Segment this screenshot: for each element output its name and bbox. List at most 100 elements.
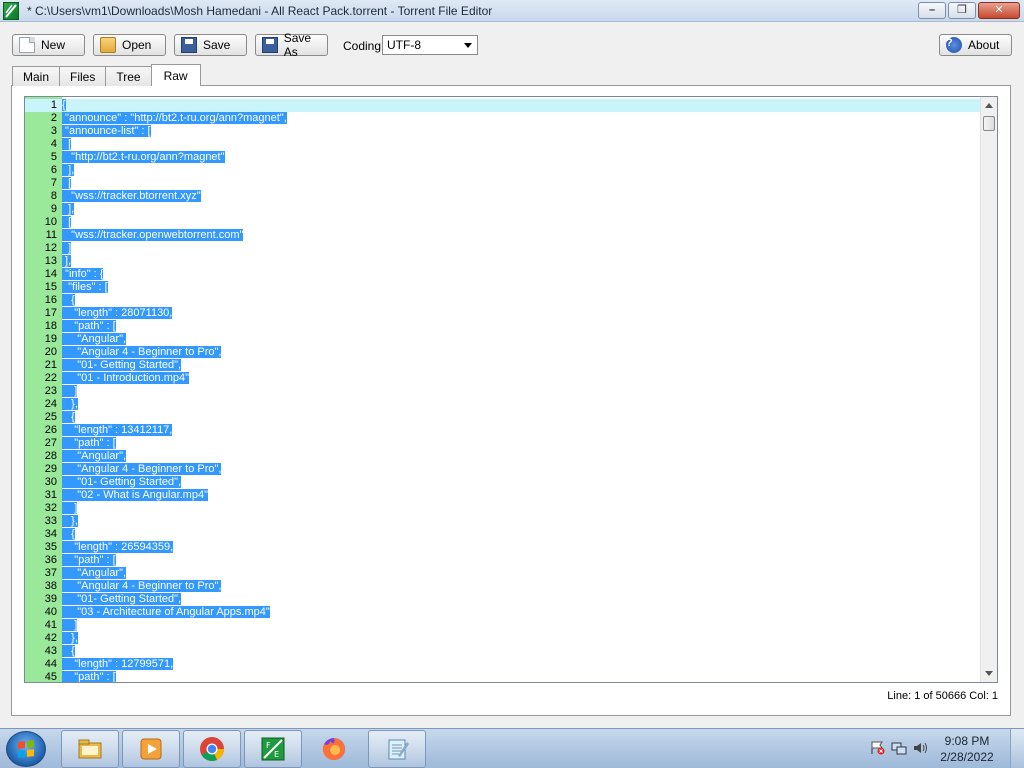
editor-line[interactable]: 23 ] xyxy=(25,385,981,398)
editor-line[interactable]: 1{ xyxy=(25,99,981,112)
editor-line[interactable]: 2 "announce" : "http://bt2.t-ru.org/ann?… xyxy=(25,112,981,125)
save-button[interactable]: Save xyxy=(174,34,247,56)
selected-text: "Angular", xyxy=(62,333,127,345)
line-number: 6 xyxy=(50,164,57,176)
editor-line[interactable]: 24 }, xyxy=(25,398,981,411)
selected-text: "path" : [ xyxy=(62,320,116,332)
line-text: ] xyxy=(62,619,78,632)
editor-line[interactable]: 30 "01- Getting Started", xyxy=(25,476,981,489)
editor-line[interactable]: 12 ] xyxy=(25,242,981,255)
editor-line[interactable]: 6 ], xyxy=(25,164,981,177)
raw-editor[interactable]: 1{2 "announce" : "http://bt2.t-ru.org/an… xyxy=(24,96,998,683)
scroll-thumb[interactable] xyxy=(983,116,995,131)
tab-raw[interactable]: Raw xyxy=(150,64,201,86)
save-as-button[interactable]: Save As xyxy=(255,31,328,59)
editor-line[interactable]: 9 ], xyxy=(25,203,981,216)
taskbar-clock[interactable]: 9:08 PM 2/28/2022 xyxy=(932,733,1002,765)
editor-line[interactable]: 29 "Angular 4 - Beginner to Pro", xyxy=(25,463,981,476)
editor-line[interactable]: 32 ] xyxy=(25,502,981,515)
editor-line[interactable]: 34 { xyxy=(25,528,981,541)
clock-time: 9:08 PM xyxy=(944,734,990,748)
editor-line[interactable]: 5 "http://bt2.t-ru.org/ann?magnet" xyxy=(25,151,981,164)
scroll-down-icon[interactable] xyxy=(985,671,993,676)
scroll-up-icon[interactable] xyxy=(985,103,993,108)
editor-line[interactable]: 4 [ xyxy=(25,138,981,151)
editor-line[interactable]: 10 [ xyxy=(25,216,981,229)
editor-line[interactable]: 39 "01- Getting Started", xyxy=(25,593,981,606)
line-text: "Angular 4 - Beginner to Pro", xyxy=(62,346,222,359)
editor-line[interactable]: 25 { xyxy=(25,411,981,424)
open-button[interactable]: Open xyxy=(93,34,166,56)
editor-line[interactable]: 16 { xyxy=(25,294,981,307)
tab-bar: Main Files Tree Raw xyxy=(12,64,201,86)
editor-line[interactable]: 44 "length" : 12799571, xyxy=(25,658,981,671)
editor-line[interactable]: 14 "info" : { xyxy=(25,268,981,281)
editor-line[interactable]: 13 ], xyxy=(25,255,981,268)
action-center-flag-icon[interactable] xyxy=(869,741,885,755)
taskbar-torrent-file-editor[interactable]: FE xyxy=(244,730,302,768)
new-file-icon xyxy=(19,37,35,53)
editor-line[interactable]: 26 "length" : 13412117, xyxy=(25,424,981,437)
editor-line[interactable]: 7 [ xyxy=(25,177,981,190)
line-text: "length" : 28071130, xyxy=(62,307,173,320)
selected-text: "01- Getting Started", xyxy=(62,593,182,605)
editor-line[interactable]: 21 "01- Getting Started", xyxy=(25,359,981,372)
tab-files[interactable]: Files xyxy=(59,66,107,86)
editor-line[interactable]: 27 "path" : [ xyxy=(25,437,981,450)
taskbar-firefox[interactable] xyxy=(305,730,363,768)
line-text: "length" : 12799571, xyxy=(62,658,174,671)
close-button[interactable]: ✕ xyxy=(978,2,1020,19)
line-number: 41 xyxy=(44,619,57,631)
editor-line[interactable]: 22 "01 - Introduction.mp4" xyxy=(25,372,981,385)
selected-text: ] xyxy=(62,385,78,397)
tab-main[interactable]: Main xyxy=(12,66,61,86)
editor-line[interactable]: 31 "02 - What is Angular.mp4" xyxy=(25,489,981,502)
line-number: 5 xyxy=(50,151,57,163)
volume-icon[interactable] xyxy=(913,741,929,755)
editor-line[interactable]: 38 "Angular 4 - Beginner to Pro", xyxy=(25,580,981,593)
show-desktop-button[interactable] xyxy=(1010,729,1024,768)
clock-date: 2/28/2022 xyxy=(940,750,994,764)
line-number: 24 xyxy=(44,398,57,410)
editor-line[interactable]: 17 "length" : 28071130, xyxy=(25,307,981,320)
taskbar-media-player[interactable] xyxy=(122,730,180,768)
about-button-label: About xyxy=(968,38,1000,52)
close-icon: ✕ xyxy=(994,4,1004,16)
editor-line[interactable]: 15 "files" : [ xyxy=(25,281,981,294)
editor-line[interactable]: 3 "announce-list" : [ xyxy=(25,125,981,138)
tab-tree[interactable]: Tree xyxy=(105,66,152,86)
editor-line[interactable]: 36 "path" : [ xyxy=(25,554,981,567)
taskbar-notepad[interactable] xyxy=(368,730,426,768)
start-button[interactable] xyxy=(6,731,46,767)
coding-select[interactable]: UTF-8 xyxy=(382,35,478,55)
editor-line[interactable]: 42 }, xyxy=(25,632,981,645)
editor-line[interactable]: 28 "Angular", xyxy=(25,450,981,463)
selected-text: "01 - Introduction.mp4" xyxy=(62,372,190,384)
maximize-button[interactable]: ❐ xyxy=(948,2,976,19)
new-button[interactable]: New xyxy=(12,34,85,56)
vertical-scrollbar[interactable] xyxy=(980,97,997,682)
selected-text: ], xyxy=(62,255,72,267)
selected-text: ] xyxy=(62,502,78,514)
about-button[interactable]: ? About xyxy=(939,34,1012,56)
taskbar-file-explorer[interactable] xyxy=(61,730,119,768)
editor-lines: 1{2 "announce" : "http://bt2.t-ru.org/an… xyxy=(25,99,981,682)
editor-line[interactable]: 18 "path" : [ xyxy=(25,320,981,333)
editor-line[interactable]: 33 }, xyxy=(25,515,981,528)
taskbar-chrome[interactable] xyxy=(183,730,241,768)
editor-line[interactable]: 19 "Angular", xyxy=(25,333,981,346)
minimize-button[interactable]: – xyxy=(918,2,946,19)
editor-line[interactable]: 45 "path" : [ xyxy=(25,671,981,682)
editor-line[interactable]: 20 "Angular 4 - Beginner to Pro", xyxy=(25,346,981,359)
editor-line[interactable]: 35 "length" : 26594359, xyxy=(25,541,981,554)
editor-line[interactable]: 37 "Angular", xyxy=(25,567,981,580)
editor-line[interactable]: 11 "wss://tracker.openwebtorrent.com" xyxy=(25,229,981,242)
editor-line[interactable]: 43 { xyxy=(25,645,981,658)
line-number: 2 xyxy=(50,112,57,124)
selected-text: "Angular", xyxy=(62,567,127,579)
editor-line[interactable]: 41 ] xyxy=(25,619,981,632)
editor-line[interactable]: 8 "wss://tracker.btorrent.xyz" xyxy=(25,190,981,203)
line-number: 26 xyxy=(44,424,57,436)
network-icon[interactable] xyxy=(891,741,907,755)
editor-line[interactable]: 40 "03 - Architecture of Angular Apps.mp… xyxy=(25,606,981,619)
